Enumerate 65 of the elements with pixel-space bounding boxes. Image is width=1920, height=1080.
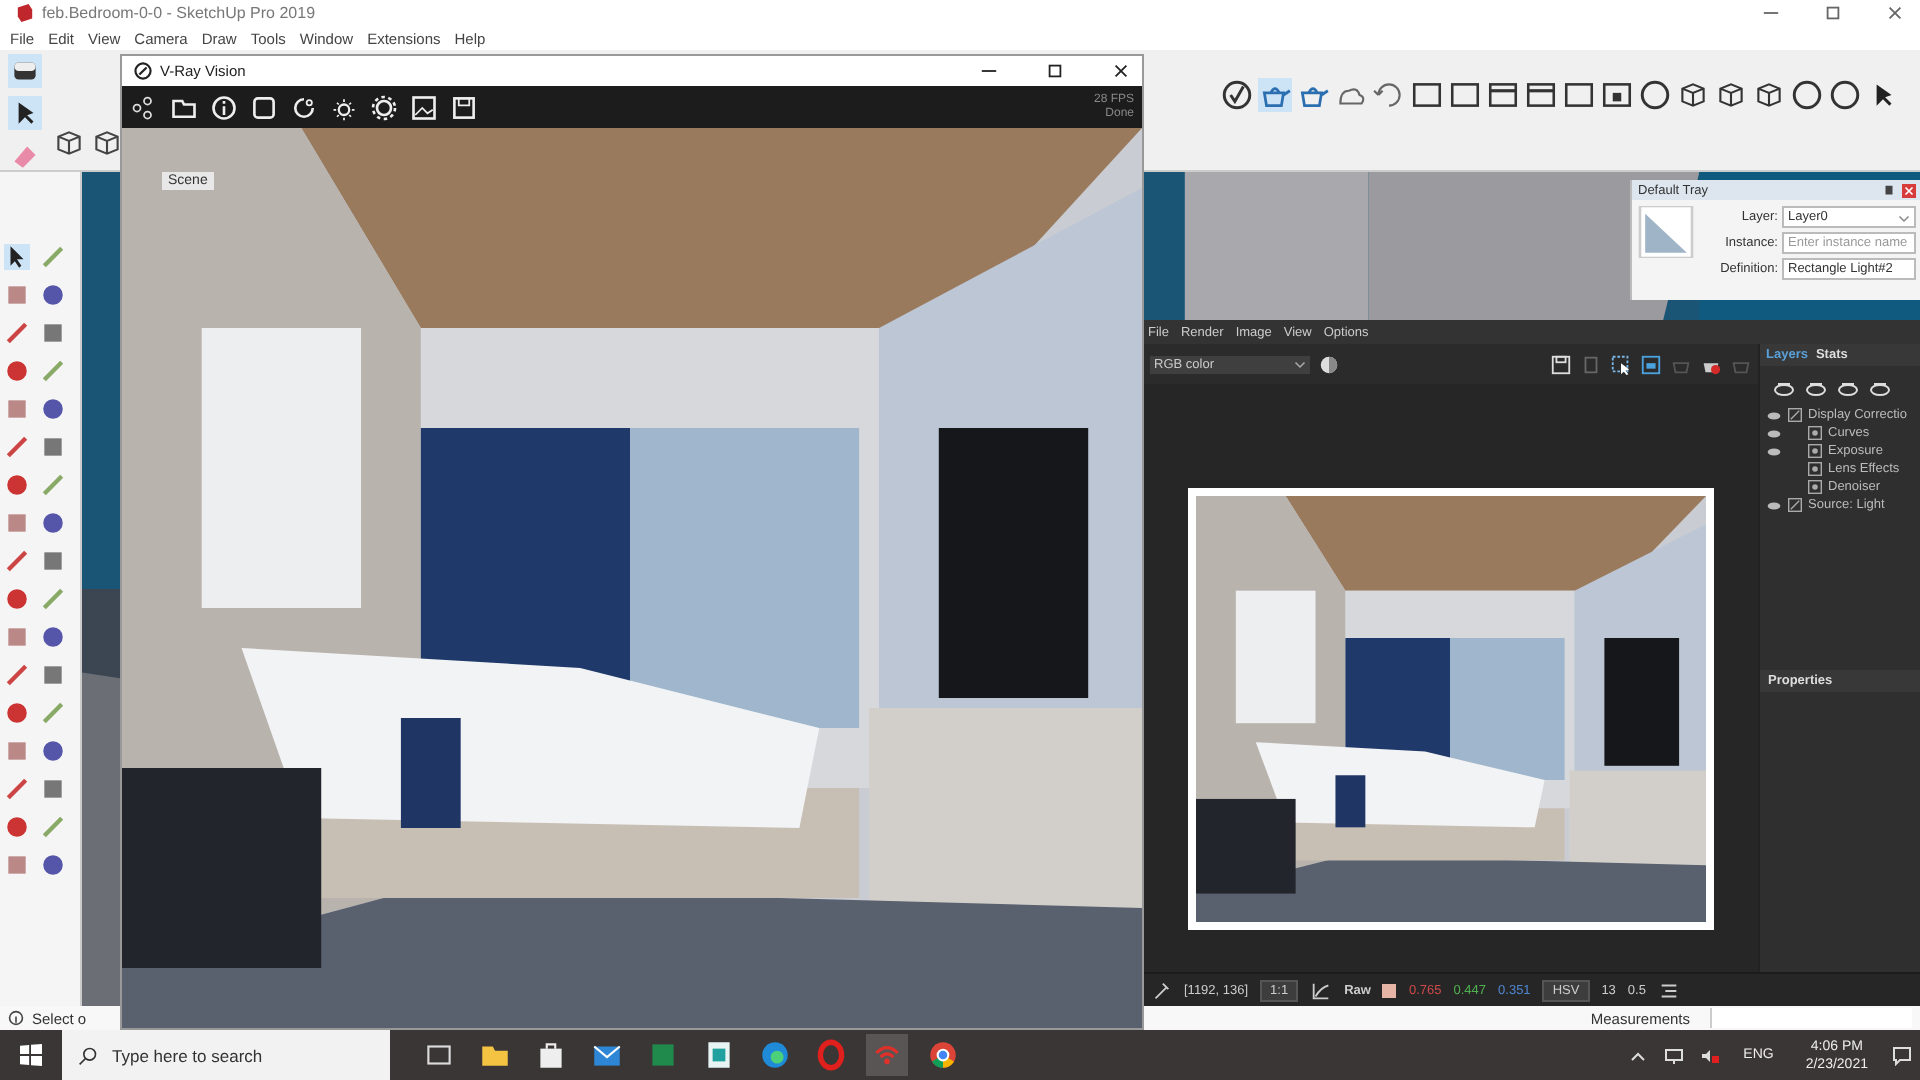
select-icon[interactable] (8, 96, 42, 131)
camera-refresh-icon[interactable] (290, 93, 318, 121)
panel-icon[interactable] (1410, 78, 1444, 113)
sun-icon[interactable] (330, 93, 358, 121)
settings-icon[interactable] (370, 93, 398, 121)
window-title: feb.Bedroom-0-0 - SketchUp Pro 2019 (42, 4, 316, 23)
cube-icon[interactable] (90, 126, 124, 161)
layer-icon (1808, 462, 1822, 476)
layer-icon (1788, 408, 1802, 422)
info-icon[interactable] (210, 93, 238, 121)
caret-icon (1294, 358, 1306, 370)
page-icon[interactable] (1580, 353, 1602, 375)
save-icon[interactable] (450, 93, 478, 121)
notification-icon[interactable] (1892, 1045, 1912, 1065)
window-icon[interactable] (1640, 353, 1662, 375)
light-thumbnail (1638, 206, 1694, 258)
sphere-icon[interactable] (1318, 353, 1340, 375)
layer-icon (1808, 444, 1822, 458)
sphere-icon[interactable] (1638, 78, 1672, 113)
app-icon (134, 62, 152, 80)
layer-icon (1788, 498, 1802, 512)
refresh-icon[interactable] (1372, 78, 1406, 113)
save-icon[interactable] (1550, 353, 1572, 375)
cube-icon[interactable] (52, 126, 86, 161)
image-icon[interactable] (410, 93, 438, 121)
sphere-icon[interactable] (1790, 78, 1824, 113)
region-select-icon[interactable] (1610, 353, 1632, 375)
dots-icon[interactable] (130, 93, 158, 121)
cube-icon[interactable] (1714, 78, 1748, 113)
window-icon[interactable] (1524, 78, 1558, 113)
info-icon (8, 1010, 24, 1027)
eye-icon[interactable] (1766, 409, 1782, 421)
layer-icon (1808, 480, 1822, 494)
speaker-muted-icon[interactable] (1699, 1045, 1720, 1065)
eye-icon[interactable] (1766, 445, 1782, 457)
search-field[interactable]: Type here to search (62, 1030, 390, 1080)
lines-icon[interactable] (1657, 979, 1680, 1001)
app-icon (16, 4, 34, 23)
restore-icon[interactable] (1824, 4, 1842, 23)
caret-icon (1898, 211, 1910, 223)
windows-start-icon[interactable] (20, 1044, 42, 1066)
color-swatch (1382, 983, 1397, 997)
window-icon[interactable] (1486, 78, 1520, 113)
image-icon[interactable] (1562, 78, 1596, 113)
eye-icon[interactable] (1766, 499, 1782, 511)
circle-check-icon[interactable] (1220, 78, 1254, 113)
cube-icon[interactable] (1676, 78, 1710, 113)
lock-icon[interactable] (1600, 78, 1634, 113)
layer-icon (1808, 426, 1822, 440)
teapot-icon[interactable] (1258, 78, 1292, 113)
frame-icon[interactable] (250, 93, 278, 121)
eraser-icon[interactable] (8, 54, 42, 89)
measurements-field[interactable] (1710, 1008, 1912, 1029)
search-icon (78, 1045, 98, 1065)
tool-icon[interactable] (4, 244, 30, 271)
curve-icon[interactable] (1310, 979, 1333, 1001)
maximize-icon[interactable] (1046, 62, 1064, 80)
panel-icon[interactable] (1448, 78, 1482, 113)
pixel-picker-icon[interactable] (1150, 979, 1172, 1001)
pin-icon[interactable] (1882, 183, 1896, 197)
sphere-icon[interactable] (1828, 78, 1862, 113)
cube-icon[interactable] (1752, 78, 1786, 113)
eye-icon[interactable] (1766, 427, 1782, 439)
close-icon[interactable] (1112, 62, 1130, 80)
monitor-icon[interactable] (1663, 1045, 1684, 1065)
